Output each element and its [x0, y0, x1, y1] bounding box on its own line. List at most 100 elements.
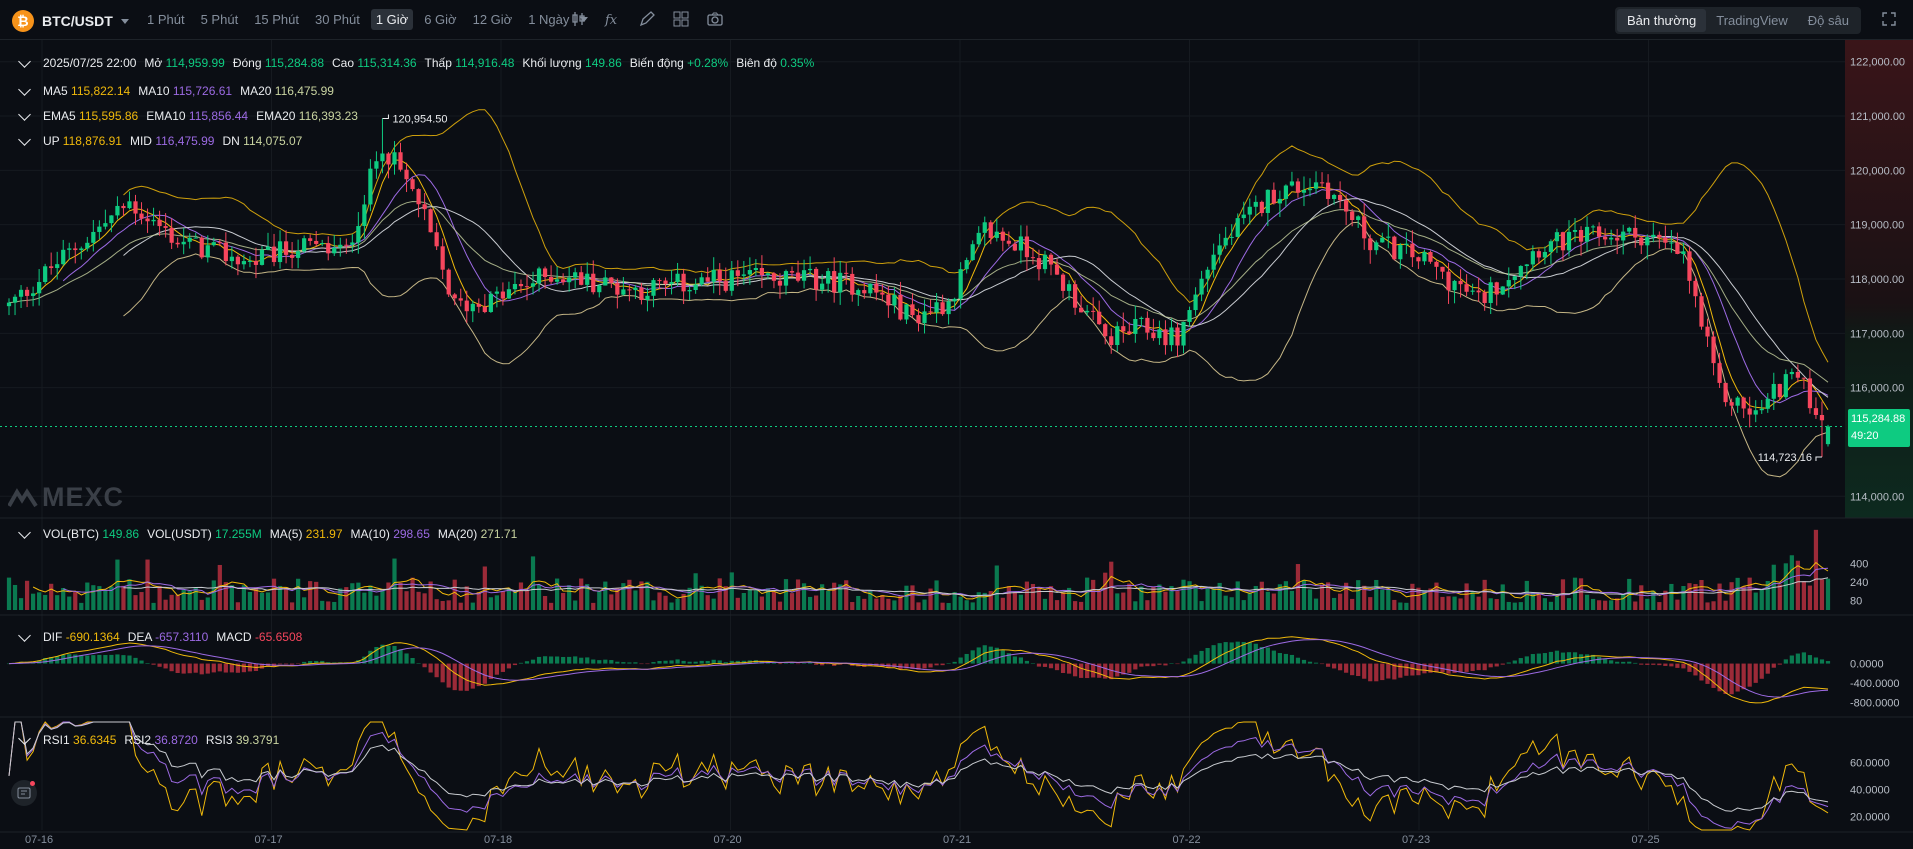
- macd-hist-bar: [705, 660, 710, 664]
- volume-bar: [1729, 582, 1734, 610]
- macd-hist-bar: [1151, 663, 1156, 667]
- macd-hist-bar: [1458, 663, 1463, 673]
- interval-tab[interactable]: 30 Phút: [310, 9, 365, 30]
- candle-body: [1476, 290, 1481, 293]
- change-value: +0.28%: [687, 56, 729, 70]
- candle-body: [1488, 282, 1493, 304]
- volume-bar: [169, 594, 174, 610]
- layout-icon[interactable]: [672, 10, 690, 28]
- candle-body: [1350, 211, 1355, 220]
- macd-hist-bar: [946, 663, 951, 664]
- macd-hist-bar: [181, 663, 186, 674]
- volume-bar: [573, 600, 578, 610]
- macd-hist-bar: [645, 663, 650, 665]
- candle-body: [1181, 321, 1186, 346]
- candle-body: [1247, 206, 1252, 215]
- candle-body: [1277, 198, 1282, 204]
- candle-body: [723, 281, 728, 291]
- volume-bar: [916, 602, 921, 610]
- macd-hist-bar: [958, 657, 963, 664]
- candle-body: [139, 213, 144, 219]
- collapse-chevron-icon[interactable]: [18, 731, 31, 745]
- volume-bar: [1488, 598, 1493, 610]
- collapse-chevron-icon[interactable]: [18, 54, 31, 68]
- collapse-chevron-icon[interactable]: [18, 628, 31, 642]
- collapse-chevron-icon[interactable]: [18, 82, 31, 96]
- chart-area[interactable]: 122,000.00 121,000.00 120,000.00 119,000.00…: [0, 40, 1913, 849]
- macd-hist-bar: [699, 660, 704, 664]
- candle-body: [1675, 242, 1680, 254]
- rsi2-label: RSI2: [124, 733, 152, 747]
- macd-hist-bar: [940, 663, 945, 666]
- volume-bar: [1584, 594, 1590, 610]
- macd-hist-bar: [434, 663, 439, 678]
- candle-body: [964, 260, 969, 270]
- indicator-icon[interactable]: fx: [604, 10, 622, 28]
- collapse-chevron-icon[interactable]: [18, 132, 31, 146]
- candle-body: [1633, 227, 1638, 238]
- candle-body: [458, 298, 463, 301]
- macd-hist-bar: [1030, 663, 1036, 665]
- macd-hist-bar: [555, 656, 560, 664]
- interval-tab[interactable]: 12 Giờ: [468, 9, 518, 30]
- candle-body: [868, 283, 873, 294]
- draw-icon[interactable]: [638, 10, 656, 28]
- macd-hist-bar: [1048, 663, 1054, 669]
- volume-bar: [1506, 601, 1511, 610]
- candle-body: [1307, 188, 1313, 191]
- view-tab[interactable]: TradingView: [1706, 9, 1798, 32]
- macd-hist-bar: [1819, 659, 1825, 664]
- candle-body: [1494, 282, 1499, 295]
- macd-hist-bar: [1789, 655, 1794, 664]
- camera-icon[interactable]: [706, 10, 724, 28]
- macd-hist-bar: [1801, 652, 1807, 664]
- volume-bar: [247, 591, 253, 610]
- interval-tab[interactable]: 1 Phút: [142, 9, 190, 30]
- candle-body: [1801, 377, 1807, 379]
- volume-bar: [1645, 598, 1650, 610]
- collapse-chevron-icon[interactable]: [18, 107, 31, 121]
- candle-body: [1554, 232, 1560, 242]
- interval-tab[interactable]: 6 Giờ: [419, 9, 461, 30]
- candle-body: [338, 244, 343, 248]
- interval-tab[interactable]: 1 Giờ: [370, 9, 414, 30]
- volume-bar: [211, 580, 216, 610]
- volume-bar: [1091, 579, 1096, 610]
- candle-body: [717, 269, 722, 282]
- volume-bar: [1639, 585, 1644, 610]
- ema20-value: 116,393.23: [298, 109, 358, 123]
- rsi3-value: 39.3791: [235, 733, 280, 747]
- macd-hist-bar: [687, 661, 692, 664]
- candle-body: [37, 282, 42, 294]
- volume-bar: [729, 572, 734, 610]
- macd-hist-bar: [1765, 663, 1770, 674]
- macd-hist-bar: [609, 660, 614, 664]
- macd-hist-bar: [470, 663, 475, 689]
- volume-bar: [55, 595, 60, 610]
- volume-bar: [163, 599, 168, 610]
- macd-hist-bar: [1759, 663, 1764, 679]
- macd-hist-bar: [241, 663, 247, 673]
- candle-body: [561, 279, 566, 283]
- volume-bar: [506, 588, 512, 610]
- price-tick-label: 121,000.00: [1850, 111, 1905, 123]
- candle-type-icon[interactable]: [570, 10, 588, 28]
- candle-body: [1338, 194, 1343, 201]
- macd-hist-bar: [1079, 663, 1084, 678]
- interval-tab[interactable]: 1 Ngày: [523, 9, 574, 30]
- ma5-label: MA5: [43, 84, 68, 98]
- view-tab[interactable]: Bản thường: [1616, 9, 1707, 32]
- symbol-selector[interactable]: ₿ BTC/USDT: [12, 10, 129, 32]
- fullscreen-icon[interactable]: [1881, 11, 1897, 27]
- macd-hist-bar: [1344, 663, 1349, 673]
- volume-bar: [1072, 601, 1078, 610]
- interval-tab[interactable]: 5 Phút: [196, 9, 244, 30]
- history-button[interactable]: [11, 780, 37, 806]
- candle-body: [464, 300, 469, 312]
- volume-bar: [1398, 602, 1403, 610]
- volume-bar: [1566, 598, 1572, 610]
- view-tab[interactable]: Độ sâu: [1798, 9, 1859, 32]
- candle-body: [1645, 237, 1650, 246]
- interval-tab[interactable]: 15 Phút: [249, 9, 304, 30]
- collapse-chevron-icon[interactable]: [18, 525, 31, 539]
